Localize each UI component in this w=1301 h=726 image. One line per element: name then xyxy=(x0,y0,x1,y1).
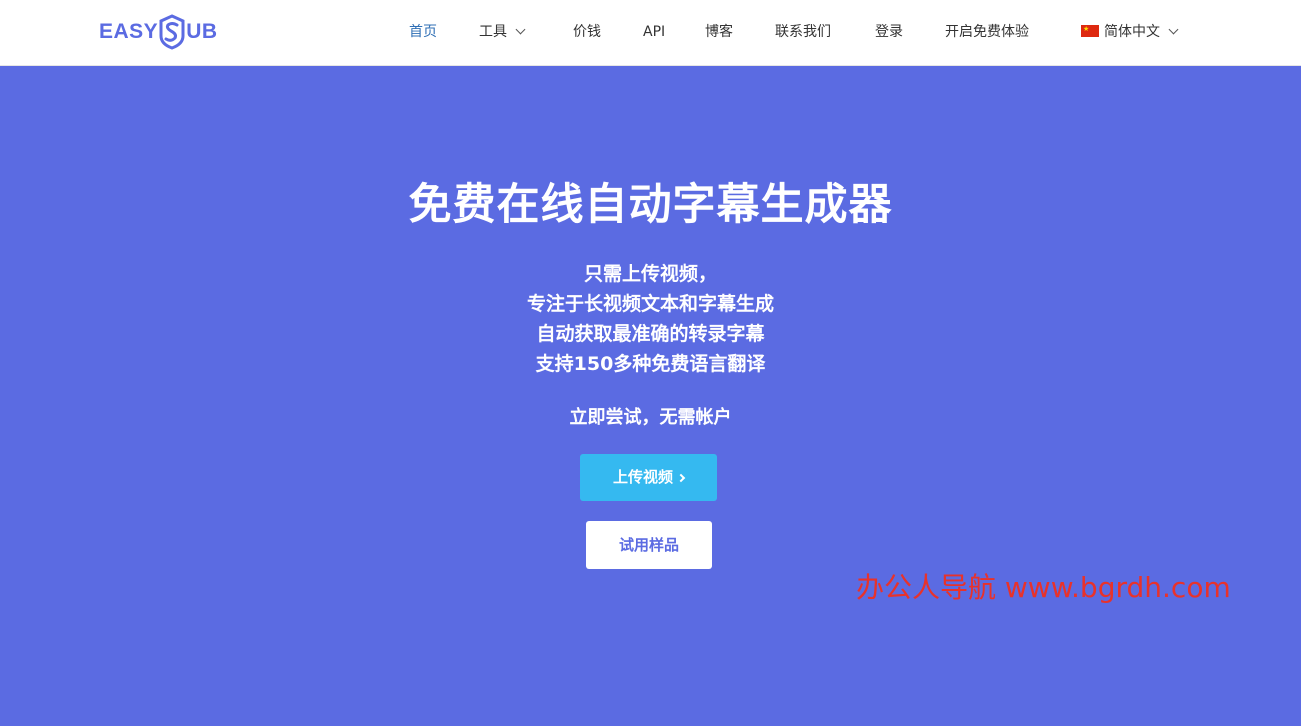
upload-button-label: 上传视频 xyxy=(612,468,673,486)
nav-home[interactable]: 首页 xyxy=(409,20,437,44)
nav-tools-dropdown[interactable]: 工具 xyxy=(479,20,526,44)
try-sample-button[interactable]: 试用样品 xyxy=(586,521,712,569)
nav-api[interactable]: API xyxy=(643,20,665,44)
logo-text-right: UB xyxy=(186,20,218,43)
hero-line-4: 支持150多种免费语言翻译 xyxy=(535,353,766,375)
top-navbar: EASY UB 首页 工具 价钱 API 博客 联系我们 登录 开启免费体验 ★… xyxy=(0,0,1301,66)
hero-line-3: 自动获取最准确的转录字幕 xyxy=(536,323,765,345)
language-label: 简体中文 xyxy=(1104,24,1160,40)
nav-contact[interactable]: 联系我们 xyxy=(775,20,831,44)
nav-free-trial[interactable]: 开启免费体验 xyxy=(945,20,1029,44)
hero-title: 免费在线自动字幕生成器 xyxy=(408,180,893,230)
nav-blog[interactable]: 博客 xyxy=(705,20,733,44)
chevron-down-icon xyxy=(1168,24,1179,35)
logo-text-left: EASY xyxy=(99,20,159,43)
nav-pricing[interactable]: 价钱 xyxy=(573,20,601,44)
chevron-down-icon xyxy=(515,24,526,35)
chevron-right-icon xyxy=(676,473,686,483)
logo-s-shield-icon xyxy=(159,14,185,50)
watermark-text: 办公人导航 www.bgrdh.com xyxy=(856,571,1231,604)
try-now-text: 立即尝试，无需帐户 xyxy=(569,407,732,428)
easysub-logo[interactable]: EASY UB xyxy=(99,12,218,52)
nav-login[interactable]: 登录 xyxy=(875,20,903,44)
upload-video-button[interactable]: 上传视频 xyxy=(580,454,717,501)
nav-tools-label: 工具 xyxy=(479,24,507,40)
hero-line-1: 只需上传视频， xyxy=(583,263,717,285)
hero-line-2: 专注于长视频文本和字幕生成 xyxy=(526,293,774,315)
language-selector[interactable]: ★ 简体中文 xyxy=(1081,20,1179,44)
china-flag-icon: ★ xyxy=(1081,25,1099,37)
